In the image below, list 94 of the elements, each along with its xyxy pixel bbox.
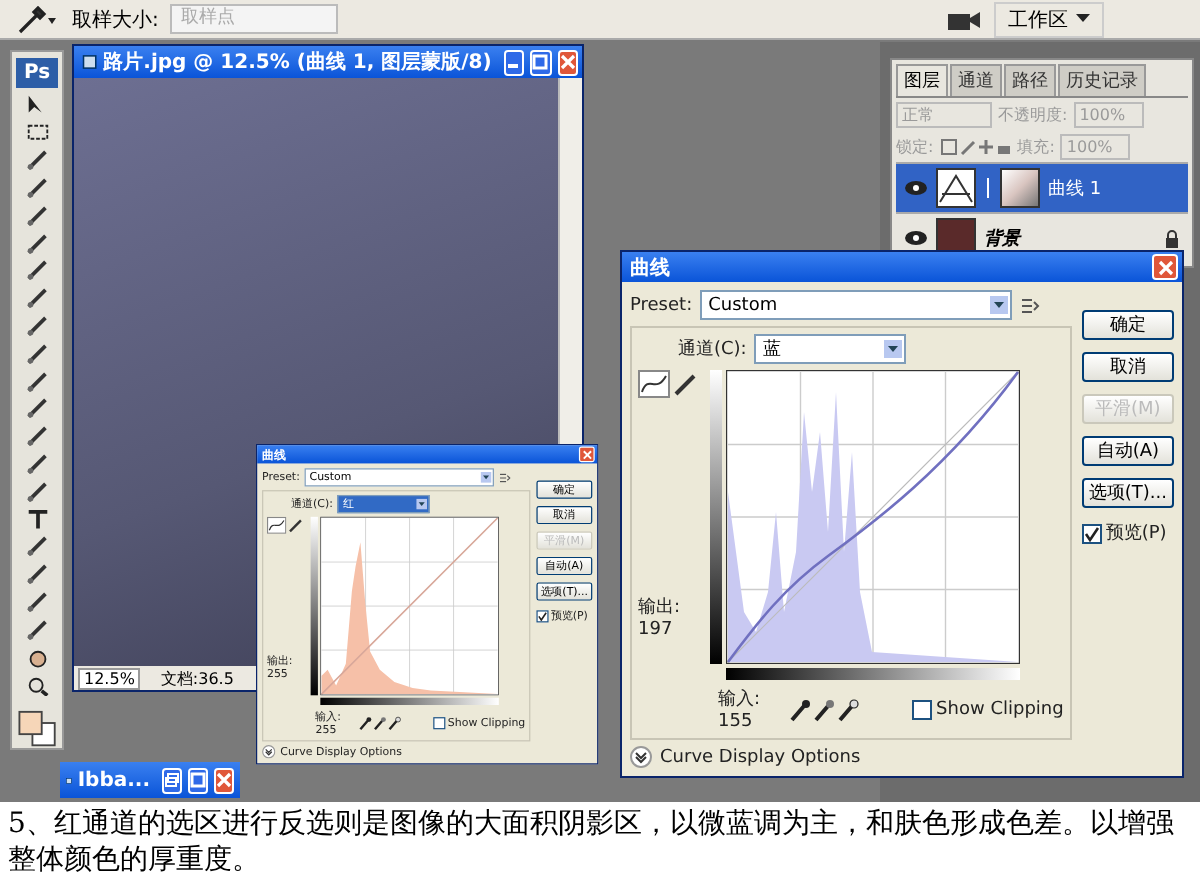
maximize-button[interactable] xyxy=(530,49,552,75)
tool-icon[interactable] xyxy=(23,564,51,585)
output-label: 输出: xyxy=(638,595,683,620)
zoom-level[interactable]: 12.5% xyxy=(78,667,141,689)
close-button[interactable] xyxy=(578,446,595,463)
curve-point-tool-icon[interactable] xyxy=(266,516,287,534)
preset-options-icon[interactable] xyxy=(1020,297,1041,313)
tool-icon[interactable] xyxy=(23,426,51,447)
dialog-button[interactable]: 取消 xyxy=(1081,352,1174,382)
expand-icon[interactable] xyxy=(262,745,276,759)
eye-icon[interactable] xyxy=(904,180,928,196)
tool-icon[interactable] xyxy=(23,150,51,171)
tool-icon[interactable] xyxy=(23,536,51,558)
tool-icon[interactable] xyxy=(23,592,51,613)
dropdown-arrow-icon xyxy=(480,471,492,483)
restore-button[interactable] xyxy=(162,767,182,793)
tool-icon[interactable] xyxy=(23,343,51,364)
pencil-icon[interactable] xyxy=(288,518,304,533)
minimize-button[interactable] xyxy=(503,49,525,75)
tool-icon[interactable] xyxy=(23,177,51,199)
preset-label: Preset: xyxy=(630,295,693,315)
layer-row[interactable]: 曲线 1 xyxy=(896,162,1188,212)
maximize-button[interactable] xyxy=(188,767,208,793)
close-icon xyxy=(559,54,576,70)
preview-checkbox[interactable]: 预览(P) xyxy=(1081,520,1174,546)
layer-name: 背景 xyxy=(984,226,1020,251)
curve-display-options-label[interactable]: Curve Display Options xyxy=(660,747,861,767)
tool-icon[interactable] xyxy=(23,454,51,475)
minimized-window[interactable]: Ibba... xyxy=(60,762,240,798)
fill-label: 填充: xyxy=(1017,135,1055,157)
pencil-icon[interactable] xyxy=(674,372,698,396)
close-icon xyxy=(1157,259,1173,275)
workspace-button[interactable]: 工作区 xyxy=(994,1,1104,37)
panel-tab[interactable]: 图层 xyxy=(896,64,948,96)
curve-point-tool-icon[interactable] xyxy=(638,370,670,398)
chain-link-icon[interactable] xyxy=(984,178,992,198)
tool-icon[interactable] xyxy=(23,371,51,392)
preset-dropdown[interactable]: Custom xyxy=(700,290,1013,320)
close-button[interactable] xyxy=(557,49,579,75)
lock-label: 锁定: xyxy=(896,135,934,157)
ps-logo: Ps xyxy=(16,58,58,88)
minimized-window-title: Ibba... xyxy=(77,769,150,791)
channel-label: 通道(C): xyxy=(678,337,747,362)
checkmark-icon xyxy=(537,610,548,621)
dropdown-arrow-icon xyxy=(990,296,1009,314)
tool-icon[interactable] xyxy=(23,122,51,143)
tool-icon[interactable] xyxy=(23,260,51,282)
maximize-icon xyxy=(190,772,206,788)
caption-text: 5、红通道的选区进行反选则是图像的大面积阴影区，以微蓝调为主，和肤色形成色差。以增强整体颜色的厚重度。 xyxy=(8,806,1176,878)
restore-icon xyxy=(164,772,180,788)
tool-icon[interactable] xyxy=(23,509,51,530)
tool-icon[interactable] xyxy=(23,315,51,337)
eye-icon[interactable] xyxy=(904,230,928,246)
panel-tab[interactable]: 通道 xyxy=(950,64,1002,96)
sample-size-label: 取样大小: xyxy=(72,7,159,33)
tool-icon[interactable] xyxy=(23,675,51,696)
dialog-button[interactable]: 自动(A) xyxy=(1081,436,1174,466)
camera-icon[interactable] xyxy=(946,7,982,31)
document-info: 文档:36.5 xyxy=(160,667,234,689)
mask-thumbnail[interactable] xyxy=(1000,168,1040,208)
panel-tab[interactable]: 历史记录 xyxy=(1058,64,1146,96)
opacity-label: 不透明度: xyxy=(998,103,1068,125)
tool-icon[interactable] xyxy=(23,288,51,309)
dialog-button[interactable]: 确定 xyxy=(1081,310,1174,340)
document-title: 路片.jpg @ 12.5% (曲线 1, 图层蒙版/8) xyxy=(103,49,492,76)
show-clipping-checkbox[interactable]: Show Clipping xyxy=(912,699,1064,719)
close-button[interactable] xyxy=(214,767,234,793)
color-swatches-icon[interactable] xyxy=(15,710,59,748)
dropdown-arrow-icon xyxy=(884,340,903,358)
tool-icon[interactable] xyxy=(23,398,51,420)
layer-name: 曲线 1 xyxy=(1048,177,1102,201)
maximize-icon xyxy=(532,54,549,70)
input-value[interactable]: 155 xyxy=(718,712,761,732)
close-button[interactable] xyxy=(1152,254,1178,280)
document-icon xyxy=(82,52,98,72)
dialog-button[interactable]: 选项(T)... xyxy=(1081,478,1174,508)
tool-icon[interactable] xyxy=(23,205,51,226)
dropdown-arrow-icon xyxy=(416,498,428,510)
tool-icon[interactable] xyxy=(23,481,51,503)
input-label: 输入: xyxy=(718,687,761,712)
close-icon xyxy=(581,449,592,460)
caret-icon xyxy=(1076,14,1090,24)
checkmark-icon xyxy=(1083,525,1100,541)
tool-icon[interactable] xyxy=(23,233,51,254)
panel-tab[interactable]: 路径 xyxy=(1004,64,1056,96)
eyedropper-icon[interactable] xyxy=(16,5,60,33)
close-icon xyxy=(216,772,232,788)
adjustment-thumbnail-icon xyxy=(936,168,976,208)
dialog-title: 曲线 xyxy=(630,255,670,281)
output-value[interactable]: 197 xyxy=(638,620,706,640)
tool-icon[interactable] xyxy=(23,619,51,641)
expand-icon[interactable] xyxy=(630,746,652,768)
channel-dropdown[interactable]: 蓝 xyxy=(754,334,907,364)
lock-options-icon[interactable] xyxy=(939,137,1012,155)
